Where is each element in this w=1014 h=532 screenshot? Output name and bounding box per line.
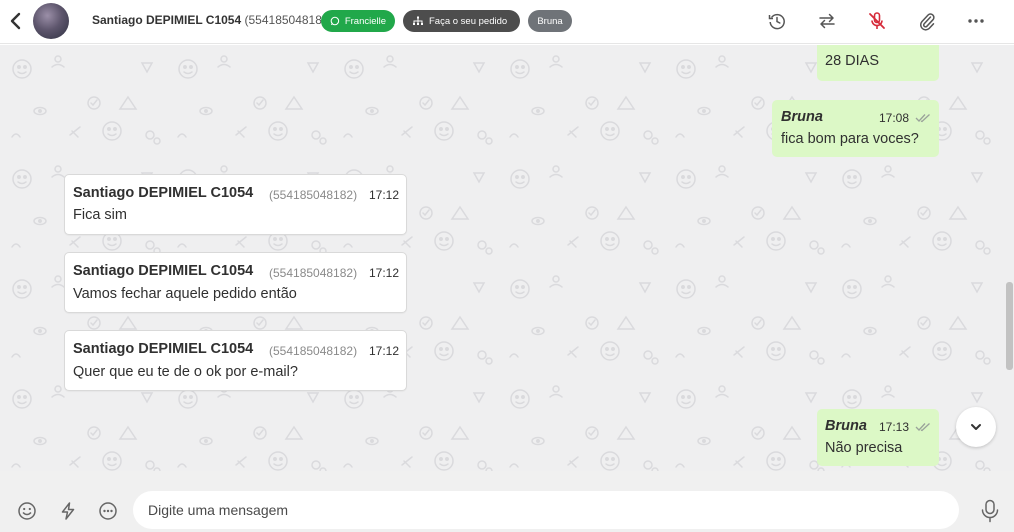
sender-phone: (554185048182) (269, 344, 358, 358)
contact-phone: (554185048182) (244, 13, 333, 27)
incoming-message[interactable]: Santiago DEPIMIEL C1054 (554185048182) 1… (64, 252, 407, 313)
message-time: 17:12 (369, 188, 400, 202)
back-icon[interactable] (8, 12, 24, 30)
message-text: Quer que eu te de o ok por e-mail? (73, 364, 298, 380)
incoming-message[interactable]: Santiago DEPIMIEL C1054 (554185048182) 1… (64, 330, 407, 391)
order-tag[interactable]: Faça o seu pedido (403, 10, 520, 32)
agent-tag[interactable]: Francielle (321, 10, 395, 32)
quick-reply-icon[interactable] (98, 501, 118, 521)
emoji-icon[interactable] (17, 501, 37, 521)
message-text: Não precisa (825, 440, 903, 456)
sitemap-icon (413, 16, 423, 25)
message-text: Vamos fechar aquele pedido então (73, 286, 297, 302)
sender-phone: (554185048182) (269, 188, 358, 202)
sender-name: Santiago DEPIMIEL C1054 (73, 263, 254, 279)
sender-phone: (554185048182) (269, 266, 358, 280)
user-tag[interactable]: Bruna (528, 10, 572, 32)
message-time: 17:12 (369, 266, 400, 280)
outgoing-message[interactable]: 28 DIAS (817, 45, 939, 81)
lightning-icon[interactable] (58, 501, 78, 521)
double-check-icon (915, 114, 930, 123)
message-text: fica bom para voces? (781, 131, 919, 147)
sender-name: Santiago DEPIMIEL C1054 (73, 341, 254, 357)
sender-name: Santiago DEPIMIEL C1054 (73, 185, 254, 201)
chat-area[interactable]: 28 DIAS Bruna 17:08 fica bom para voces?… (0, 45, 1014, 471)
scrollbar-thumb[interactable] (1006, 282, 1013, 370)
more-icon[interactable] (966, 11, 986, 31)
mic-off-icon[interactable] (867, 11, 887, 31)
transfer-icon[interactable] (817, 11, 837, 31)
contact-name: Santiago DEPIMIEL C1054 (92, 13, 242, 27)
incoming-message[interactable]: Santiago DEPIMIEL C1054 (554185048182) 1… (64, 174, 407, 235)
user-tag-label: Bruna (537, 15, 563, 27)
message-time: 17:12 (369, 344, 400, 358)
composer-bar (0, 471, 1014, 532)
microphone-icon[interactable] (979, 499, 1001, 523)
chevron-down-icon (971, 424, 981, 430)
paperclip-icon[interactable] (917, 11, 937, 31)
message-text: Fica sim (73, 207, 127, 223)
outgoing-message[interactable]: Bruna 17:13 Não precisa (817, 409, 939, 466)
message-time: 17:08 (879, 111, 910, 125)
scrollbar[interactable] (1005, 45, 1014, 471)
double-check-icon (915, 423, 930, 432)
avatar[interactable] (33, 3, 69, 39)
contact-title: Santiago DEPIMIEL C1054 (554185048182) (92, 13, 333, 27)
message-input[interactable] (133, 491, 959, 529)
outgoing-message[interactable]: Bruna 17:08 fica bom para voces? (772, 100, 939, 157)
scroll-down-button[interactable] (956, 407, 996, 447)
history-icon[interactable] (767, 11, 787, 31)
message-text: 28 DIAS (825, 53, 879, 69)
agent-tag-label: Francielle (344, 15, 386, 27)
order-tag-label: Faça o seu pedido (429, 15, 508, 27)
chat-header: Santiago DEPIMIEL C1054 (554185048182) F… (0, 0, 1014, 44)
message-time: 17:13 (879, 420, 910, 434)
agent-name: Bruna (825, 418, 867, 434)
agent-name: Bruna (781, 109, 823, 125)
whatsapp-icon (330, 16, 340, 26)
